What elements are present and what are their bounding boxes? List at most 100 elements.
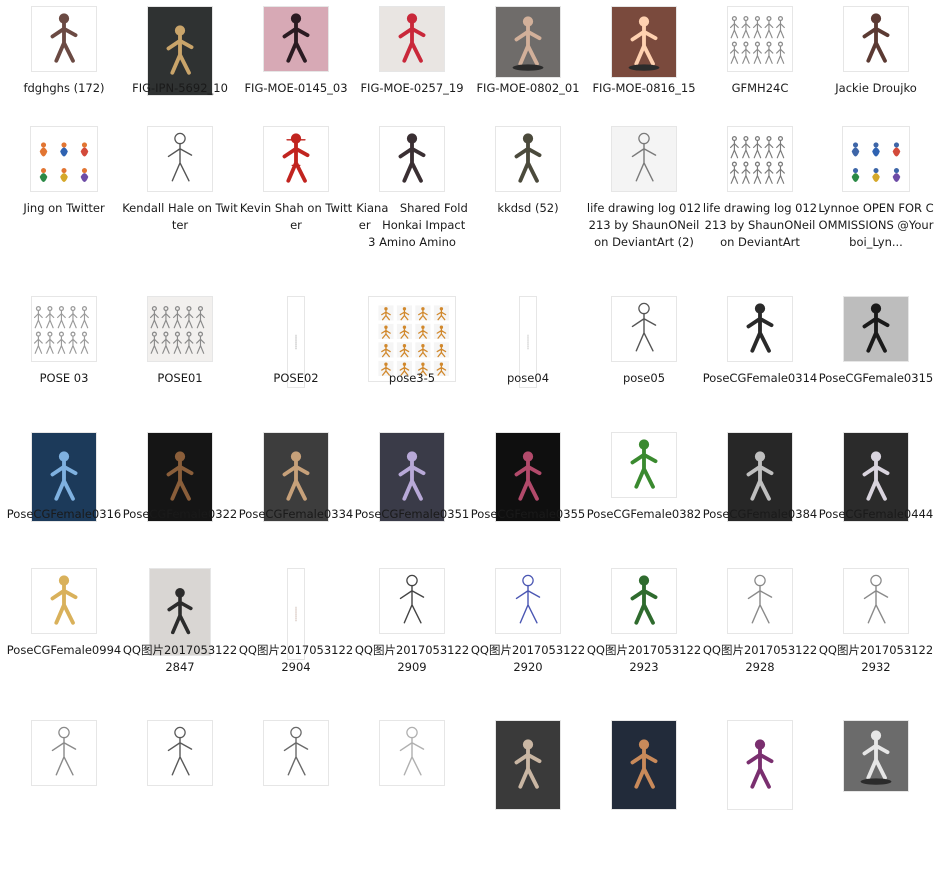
file-thumbnail [843,568,909,634]
file-thumbnail [611,568,677,634]
file-thumbnail [379,126,445,192]
file-name: Jing on Twitter [23,201,105,215]
thumbnail-image [148,297,212,361]
file-item[interactable] [122,712,238,872]
file-name: fdghghs (172) [23,81,105,95]
file-thumbnail [727,126,793,192]
thumbnail-image [264,127,328,191]
file-item[interactable]: QQ图片20170531222909 [354,560,470,720]
file-item[interactable] [702,712,818,872]
file-name: PoseCGFemale0316 [6,507,122,521]
thumbnail-image [380,127,444,191]
file-item[interactable] [586,712,702,872]
file-name: Kendall Hale on Twitter [122,201,238,232]
thumbnail-image [148,721,212,785]
thumbnail-image [32,7,96,71]
file-item[interactable] [818,712,934,872]
thumbnail-image [496,127,560,191]
file-item[interactable] [470,712,586,872]
thumbnail-image [844,7,908,71]
thumbnail-image [31,127,97,191]
file-item[interactable]: kkdsd (52) [470,118,586,278]
file-name: POSE 03 [39,371,89,385]
file-item[interactable]: QQ图片20170531222923 [586,560,702,720]
file-thumbnail [379,720,445,786]
file-name: QQ图片20170531222920 [470,643,586,674]
file-thumbnail [147,720,213,786]
thumbnail-image [844,297,908,361]
file-name: life drawing log 012213 by ShaunONeil on… [702,201,818,249]
thumbnail-image [380,721,444,785]
file-name: FIG-MOE-0802_01 [476,81,580,95]
file-name: Jackie Droujko [835,81,917,95]
file-name: FIG-IPN-5692_10 [132,81,228,95]
file-thumbnail [611,432,677,498]
file-name: PoseCGFemale0994 [6,643,122,657]
thumbnail-image [32,569,96,633]
file-thumbnail [843,296,909,362]
thumbnail-image [496,7,560,77]
file-name: QQ图片20170531222847 [122,643,238,674]
file-thumbnail [263,720,329,786]
thumbnail-image [32,297,96,361]
file-item[interactable]: Lynnoe OPEN FOR COMMISSIONS @Yourboi_Lyn… [818,118,934,278]
file-item[interactable]: Kendall Hale on Twitter [122,118,238,278]
file-item[interactable]: Jing on Twitter [6,118,122,278]
file-name: PoseCGFemale0351 [354,507,470,521]
file-thumbnail [263,6,329,72]
file-item[interactable]: PoseCGFemale0994 [6,560,122,720]
file-name: PoseCGFemale0315 [818,371,934,385]
file-item[interactable]: Kiana Shared Folder Honkai Impact 3 Amin… [354,118,470,278]
thumbnail-image [728,569,792,633]
file-thumbnail [727,6,793,72]
file-name: QQ图片20170531222932 [818,643,934,674]
file-name: POSE01 [157,371,203,385]
file-thumbnail [727,568,793,634]
file-name: Kiana Shared Folder Honkai Impact 3 Amin… [356,201,468,249]
file-name: FIG-MOE-0816_15 [592,81,696,95]
file-thumbnail [263,126,329,192]
file-thumbnail [611,720,677,810]
file-thumbnail [31,296,97,362]
file-name: FIG-MOE-0145_03 [244,81,348,95]
file-name: Kevin Shah on Twitter [239,201,353,232]
file-thumbnail [495,6,561,78]
file-item[interactable]: QQ图片20170531222904 [238,560,354,720]
thumbnail-image [844,721,908,791]
file-thumbnail [379,6,445,72]
file-name: QQ图片20170531222904 [238,643,354,674]
file-name: pose05 [622,371,666,385]
file-thumbnail [843,6,909,72]
thumbnail-image [380,569,444,633]
thumbnail-image [496,721,560,809]
thumbnail-image [496,569,560,633]
file-name: Lynnoe OPEN FOR COMMISSIONS @Yourboi_Lyn… [818,201,934,249]
file-name: PoseCGFemale0322 [122,507,238,521]
thumbnail-image [844,569,908,633]
file-item[interactable]: Kevin Shah on Twitter [238,118,354,278]
file-item[interactable] [238,712,354,872]
thumbnail-image [728,127,792,191]
file-item[interactable] [6,712,122,872]
file-name: POSE02 [273,371,319,385]
file-item[interactable]: life drawing log 012213 by ShaunONeil on… [702,118,818,278]
thumbnail-image [728,721,792,809]
file-item[interactable]: QQ图片20170531222847 [122,560,238,720]
file-thumbnail [31,720,97,786]
file-item[interactable]: life drawing log 012213 by ShaunONeil on… [586,118,702,278]
file-item[interactable]: QQ图片20170531222932 [818,560,934,720]
thumbnail-image [612,433,676,497]
file-thumbnail [495,720,561,810]
file-thumbnail [31,568,97,634]
file-name: PoseCGFemale0444 [818,507,934,521]
thumbnail-image [612,127,676,191]
file-name: pose04 [506,371,550,385]
file-item[interactable]: QQ图片20170531222920 [470,560,586,720]
file-item[interactable]: QQ图片20170531222928 [702,560,818,720]
file-name: PoseCGFemale0355 [470,507,586,521]
thumbnail-image [612,721,676,809]
thumbnail-image [380,7,444,71]
file-name: PoseCGFemale0384 [702,507,818,521]
file-item[interactable] [354,712,470,872]
file-name: PoseCGFemale0382 [586,507,702,521]
